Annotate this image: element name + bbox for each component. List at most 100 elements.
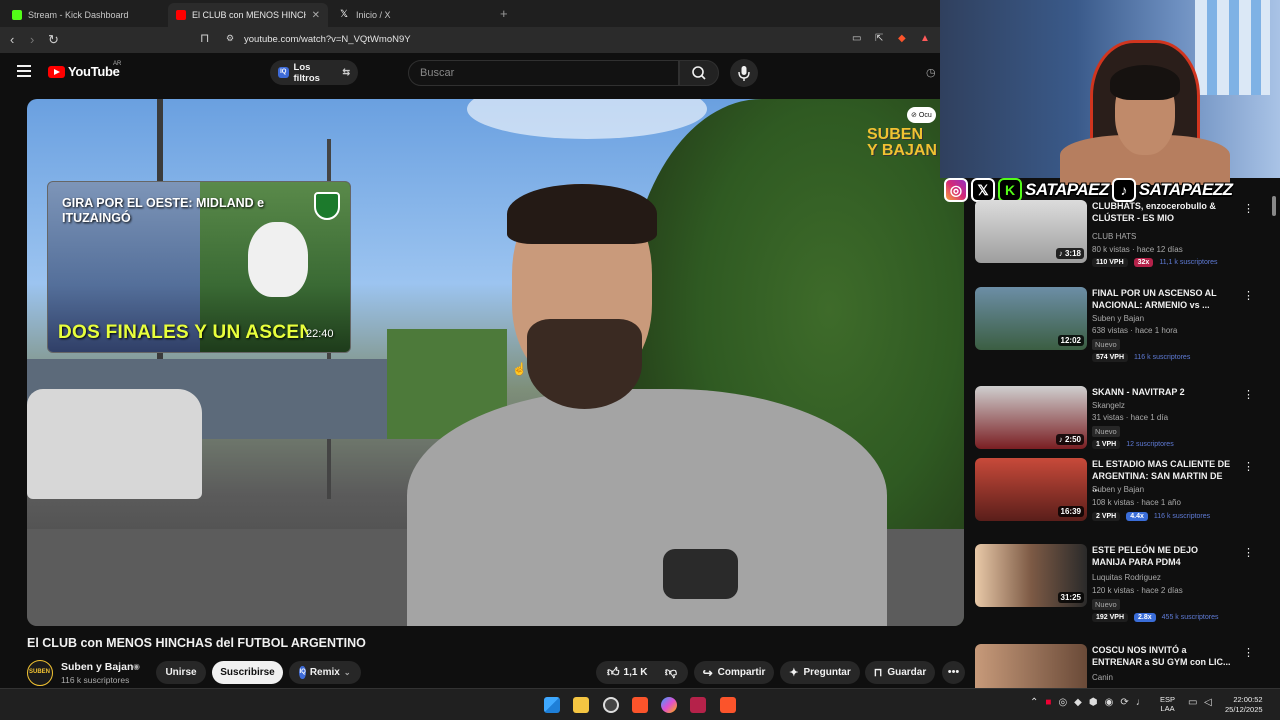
rec-title[interactable]: FINAL POR UN ASCENSO AL NACIONAL: ARMENI… xyxy=(1092,287,1232,311)
network-icon[interactable]: ▭ xyxy=(1188,697,1197,708)
more-vertical-icon[interactable]: ⋮ xyxy=(1243,289,1254,302)
volume-icon[interactable]: ◁ xyxy=(1204,697,1212,708)
rec-meta: 108 k vistas · hace 1 año xyxy=(1092,498,1181,507)
more-vertical-icon[interactable]: ⋮ xyxy=(1243,388,1254,401)
tray-obs-icon[interactable]: ◎ xyxy=(1058,697,1067,708)
hide-overlay-button[interactable]: ⊘ Ocu xyxy=(907,107,936,123)
scrollbar[interactable] xyxy=(1272,196,1276,216)
channel-name[interactable]: Suben y Bajan xyxy=(61,661,133,673)
rec-channel[interactable]: Suben y Bajan xyxy=(1092,485,1144,494)
thumbs-up-icon: 👍︎ xyxy=(607,665,620,679)
tray-brave-icon[interactable]: ◆ xyxy=(1074,697,1082,708)
filters-extension-icon: IQ xyxy=(278,67,289,78)
more-vertical-icon[interactable]: ⋮ xyxy=(1243,646,1254,659)
tray-mic-icon[interactable]: ♩ xyxy=(1136,697,1146,708)
start-menu-icon[interactable] xyxy=(544,697,560,713)
join-button[interactable]: Unirse xyxy=(156,661,206,684)
cast-icon[interactable]: ▭ xyxy=(852,33,861,44)
brave-shield-icon[interactable]: ◆ xyxy=(898,33,906,44)
tab-x-home[interactable]: 𝕏 Inicio / X xyxy=(332,3,492,27)
dislike-button[interactable]: 👎︎ xyxy=(665,665,677,680)
filters-label: Los filtros xyxy=(293,61,320,84)
recommendation-item[interactable]: 16:39 EL ESTADIO MAS CALIENTE DE ARGENTI… xyxy=(975,458,1275,528)
duration-text: 3:18 xyxy=(1064,249,1081,258)
duration-badge: ♪ 3:18 xyxy=(1055,248,1084,259)
video-thumbnail[interactable]: 16:39 xyxy=(975,458,1087,521)
menu-icon[interactable] xyxy=(17,65,31,80)
tab-youtube-video[interactable]: El CLUB con MENOS HINCHAS d ✕ xyxy=(168,3,328,27)
rec-channel[interactable]: Suben y Bajan xyxy=(1092,314,1144,323)
video-thumbnail[interactable]: ♪ 3:18 xyxy=(975,200,1087,263)
video-thumbnail[interactable]: ♪ 2:50 xyxy=(975,386,1087,449)
vph-badge: 192 VPH xyxy=(1092,613,1129,622)
history-icon[interactable]: ◷ xyxy=(926,66,936,79)
language-indicator[interactable]: ESP LAA xyxy=(1160,695,1175,713)
video-player[interactable]: SUBEN Y BAJAN ⊘ Ocu xyxy=(27,99,964,626)
tray-discord-icon[interactable]: ◉ xyxy=(1105,697,1114,708)
more-actions-button[interactable]: ••• xyxy=(942,661,965,684)
recommendation-item[interactable]: ♪ 3:18 CLUBHATS, enzocerobullo & CLÚSTER… xyxy=(975,200,1275,270)
bookmark-icon[interactable]: ⊓ xyxy=(200,31,209,45)
rec-channel[interactable]: CLUB HATS xyxy=(1092,232,1136,241)
app-icon[interactable] xyxy=(690,697,706,713)
forward-icon[interactable]: › xyxy=(30,32,34,47)
recommendation-item[interactable]: 31:25 ESTE PELEÓN ME DEJO MANIJA PARA PD… xyxy=(975,544,1275,622)
new-badge: Nuevo xyxy=(1092,339,1120,350)
channel-watermark: SUBEN Y BAJAN xyxy=(867,126,937,159)
share-button[interactable]: ↪ Compartir xyxy=(694,661,774,684)
filters-button[interactable]: IQ Los filtros ⇆ xyxy=(270,60,358,85)
system-clock[interactable]: 22:00:52 25/12/2025 xyxy=(1225,695,1263,715)
tray-shield-icon[interactable]: ⬢ xyxy=(1089,697,1098,708)
save-button[interactable]: ⊓ Guardar xyxy=(865,661,935,684)
subscribe-button[interactable]: Suscribirse xyxy=(212,661,283,684)
obs-icon[interactable] xyxy=(603,697,619,713)
share-page-icon[interactable]: ⇱ xyxy=(875,33,883,44)
youtube-logo[interactable]: YouTube xyxy=(48,64,120,79)
channel-avatar[interactable]: SUBEN xyxy=(27,660,53,686)
clock-date: 25/12/2025 xyxy=(1225,705,1263,714)
more-vertical-icon[interactable]: ⋮ xyxy=(1243,546,1254,559)
more-vertical-icon[interactable]: ⋮ xyxy=(1243,460,1254,473)
search-button[interactable] xyxy=(679,60,719,86)
rec-title[interactable]: SKANN - NAVITRAP 2 xyxy=(1092,386,1232,398)
rec-channel[interactable]: Luquitas Rodriguez xyxy=(1092,573,1161,582)
video-thumbnail[interactable] xyxy=(975,644,1087,688)
chevron-up-icon[interactable]: ⌃ xyxy=(1030,697,1038,708)
ask-button[interactable]: ✦ Preguntar xyxy=(780,661,860,684)
like-button[interactable]: 👍︎ 1,1 K xyxy=(607,665,647,680)
more-vertical-icon[interactable]: ⋮ xyxy=(1243,202,1254,215)
recommendation-item[interactable]: ♪ 2:50 SKANN - NAVITRAP 2 Skangelz 31 vi… xyxy=(975,386,1275,456)
rec-channel[interactable]: Canin xyxy=(1092,673,1113,682)
hover-preview-card[interactable]: GIRA POR EL OESTE: MIDLAND e ITUZAINGÓ D… xyxy=(47,181,351,353)
brave-icon[interactable] xyxy=(632,697,648,713)
remix-button[interactable]: IQ Remix ⌄ xyxy=(289,661,361,684)
tab-kick-dashboard[interactable]: Stream - Kick Dashboard xyxy=(4,3,164,27)
tray-sync-icon[interactable]: ⟳ xyxy=(1120,697,1128,708)
site-info-icon[interactable]: ⚙ xyxy=(226,33,234,44)
multiplier-badge: 4.4x xyxy=(1126,512,1148,521)
recommendation-item[interactable]: 12:02 FINAL POR UN ASCENSO AL NACIONAL: … xyxy=(975,287,1275,362)
search-input[interactable]: Buscar xyxy=(408,60,679,86)
keyboard-layout: LAA xyxy=(1160,704,1175,713)
tab-label: Stream - Kick Dashboard xyxy=(28,10,129,20)
file-explorer-icon[interactable] xyxy=(573,697,589,713)
copilot-icon[interactable] xyxy=(661,697,677,713)
video-thumbnail[interactable]: 31:25 xyxy=(975,544,1087,607)
tray-app-icon[interactable]: ■ xyxy=(1045,697,1051,708)
close-tab-icon[interactable]: ✕ xyxy=(312,10,320,21)
reload-icon[interactable]: ↻ xyxy=(48,32,59,48)
rec-stats: 574 VPH 116 k suscriptores xyxy=(1092,353,1190,362)
new-tab-icon[interactable]: + xyxy=(500,6,508,21)
rec-title[interactable]: CLUBHATS, enzocerobullo & CLÚSTER - ES M… xyxy=(1092,200,1232,224)
brave-rewards-icon[interactable]: ▲ xyxy=(920,33,930,44)
recommendation-item[interactable]: COSCU NOS INVITÓ a ENTRENAR a SU GYM con… xyxy=(975,644,1275,688)
rec-title[interactable]: ESTE PELEÓN ME DEJO MANIJA PARA PDM4 xyxy=(1092,544,1232,568)
url-field[interactable]: youtube.com/watch?v=N_VQtWmoN9Y xyxy=(244,34,411,45)
webcam-person-hair xyxy=(1110,65,1180,100)
rec-channel[interactable]: Skangelz xyxy=(1092,401,1125,410)
rec-title[interactable]: COSCU NOS INVITÓ a ENTRENAR a SU GYM con… xyxy=(1092,644,1232,668)
brave-beta-icon[interactable] xyxy=(720,697,736,713)
video-thumbnail[interactable]: 12:02 xyxy=(975,287,1087,350)
back-icon[interactable]: ‹ xyxy=(10,32,14,47)
voice-search-button[interactable] xyxy=(730,59,758,87)
